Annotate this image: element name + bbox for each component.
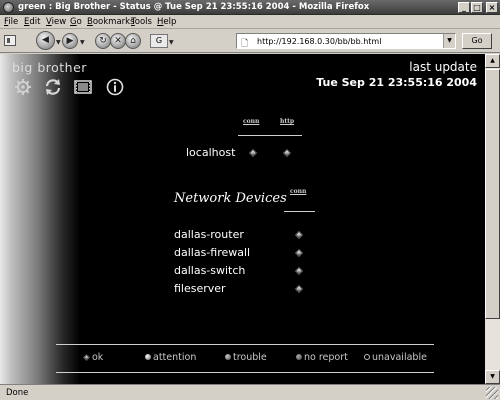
sidebar-toggle-icon[interactable] (4, 35, 16, 46)
reload-button[interactable]: ↻ (95, 33, 111, 49)
close-button[interactable]: × (486, 2, 498, 13)
back-history-dropdown-icon[interactable]: ▼ (56, 39, 61, 46)
status-ok-icon[interactable] (294, 284, 304, 294)
info-icon[interactable] (106, 78, 124, 96)
status-ok-icon[interactable] (248, 148, 258, 158)
dot-icon (296, 354, 302, 360)
status-text: Done (6, 388, 29, 398)
menu-tools[interactable]: Tools (131, 17, 152, 27)
address-dropdown-icon[interactable]: ▼ (443, 34, 455, 48)
host-localhost[interactable]: localhost (186, 146, 235, 159)
column-header-conn[interactable]: conn (290, 188, 306, 195)
search-engine-dropdown-icon[interactable]: ▼ (169, 39, 174, 46)
host-dallas-router[interactable]: dallas-router (174, 228, 244, 241)
resize-grip-icon[interactable] (486, 387, 498, 399)
address-text[interactable]: http://192.168.0.30/bb/bb.html (257, 37, 381, 46)
last-update-label: last update (409, 60, 477, 74)
host-dallas-firewall[interactable]: dallas-firewall (174, 246, 250, 259)
scroll-down-arrow-icon[interactable]: ▼ (485, 370, 500, 384)
firefox-icon (3, 2, 14, 13)
group-title-network-devices: Network Devices (174, 191, 287, 206)
legend-top-rule (56, 344, 434, 345)
page-content: big brother last update Tue Sep 21 23:55… (0, 54, 485, 384)
maximize-button[interactable]: □ (471, 2, 483, 13)
go-button[interactable]: Go (462, 33, 492, 49)
status-bar: Done (0, 384, 500, 400)
legend-label: unavailable (372, 352, 427, 363)
legend-label: ok (92, 352, 104, 363)
column-header-rule (238, 135, 302, 136)
legend-unavailable: unavailable (364, 352, 427, 363)
menu-help[interactable]: Help (157, 17, 176, 27)
title-bar: green : Big Brother - Status @ Tue Sep 2… (0, 0, 500, 15)
brand-title: big brother (12, 60, 87, 75)
column-header-conn[interactable]: conn (243, 118, 259, 125)
status-ok-icon[interactable] (294, 248, 304, 258)
menu-bar: File Edit View Go Bookmarks Tools Help (0, 15, 500, 29)
legend-attention: attention (145, 352, 196, 363)
google-search-button[interactable]: G (150, 34, 168, 48)
legend-label: no report (304, 352, 348, 363)
host-fileserver[interactable]: fileserver (174, 282, 226, 295)
window-title: green : Big Brother - Status @ Tue Sep 2… (18, 2, 370, 12)
ring-icon (364, 354, 370, 360)
gear-icon[interactable] (14, 78, 32, 96)
dot-icon (225, 354, 231, 360)
legend-no-report: no report (296, 352, 348, 363)
minimize-button[interactable]: _ (458, 2, 470, 13)
status-ok-icon[interactable] (294, 266, 304, 276)
column-header-rule (284, 211, 315, 212)
stop-button[interactable]: ✕ (110, 33, 126, 49)
home-button[interactable]: ⌂ (125, 33, 141, 49)
status-ok-icon[interactable] (282, 148, 292, 158)
last-update-time: Tue Sep 21 23:55:16 2004 (316, 76, 477, 89)
scrollbar-thumb[interactable] (485, 69, 500, 319)
menu-go[interactable]: Go (70, 17, 82, 27)
forward-button[interactable]: ▶ (62, 33, 78, 49)
page-icon: 🗋 (241, 39, 249, 49)
menu-file[interactable]: File (4, 17, 18, 27)
host-dallas-switch[interactable]: dallas-switch (174, 264, 245, 277)
menu-view[interactable]: View (46, 17, 66, 27)
column-header-http[interactable]: http (280, 118, 294, 125)
vertical-scrollbar[interactable]: ▲ ▼ (485, 54, 500, 384)
status-ok-icon[interactable] (294, 230, 304, 240)
back-button[interactable]: ◀ (36, 31, 55, 50)
legend-bottom-rule (56, 372, 434, 373)
diamond-icon (82, 353, 91, 362)
forward-history-dropdown-icon[interactable]: ▼ (80, 39, 85, 46)
legend-label: attention (153, 352, 197, 363)
legend-trouble: trouble (225, 352, 267, 363)
legend-label: trouble (233, 352, 267, 363)
address-bar[interactable]: 🗋 http://192.168.0.30/bb/bb.html ▼ (236, 33, 456, 49)
film-icon[interactable] (74, 78, 92, 96)
menu-bookmarks[interactable]: Bookmarks (87, 17, 135, 27)
menu-edit[interactable]: Edit (24, 17, 40, 27)
legend-ok: ok (82, 352, 104, 363)
dot-icon (145, 354, 151, 360)
scroll-up-arrow-icon[interactable]: ▲ (485, 54, 500, 68)
refresh-icon[interactable] (44, 78, 62, 96)
navigation-toolbar: ◀ ▼ ▶ ▼ ↻ ✕ ⌂ G ▼ 🗋 http://192.168.0.30/… (0, 29, 500, 53)
